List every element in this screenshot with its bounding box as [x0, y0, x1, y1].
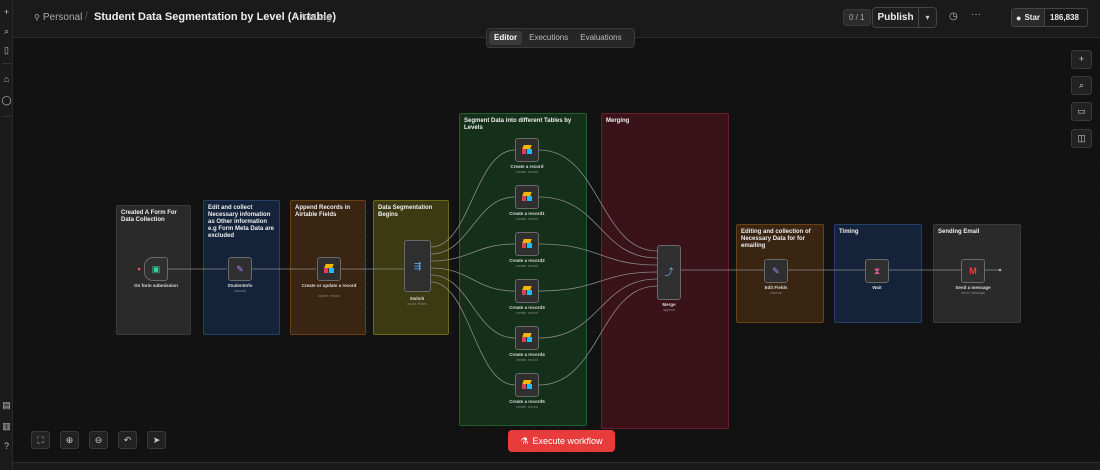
node-sublabel: create: record — [516, 264, 538, 268]
wire-switch-rec3 — [430, 267, 516, 292]
node-sublabel: manual — [234, 289, 246, 293]
node-edit-fields[interactable]: ✎ — [764, 259, 788, 283]
zoom-in-icon: ⊕ — [65, 435, 74, 445]
view-tabs: Editor Executions Evaluations — [486, 28, 635, 48]
node-label: Merge — [662, 302, 676, 307]
undo-button[interactable]: ↶ — [118, 431, 137, 449]
trigger-indicator — [137, 267, 141, 271]
node-create-record3[interactable] — [515, 279, 539, 303]
node-label: Create a record4 — [509, 352, 545, 357]
node-label: StudentInfo — [227, 283, 253, 288]
node-sublabel: send: message — [961, 291, 985, 295]
fit-view-icon: ⛶ — [37, 435, 44, 445]
node-sublabel: upsert: record — [318, 294, 340, 298]
node-label: Wait — [872, 285, 882, 290]
node-sublabel: append — [663, 308, 675, 312]
merge-icon: ⤴ — [664, 267, 674, 277]
node-sublabel: create: record — [516, 358, 538, 362]
node-create-record[interactable] — [515, 138, 539, 162]
plus-icon: + — [1078, 54, 1085, 64]
node-create-record2[interactable] — [515, 232, 539, 256]
pencil-square-icon: ✎ — [236, 263, 244, 274]
n8n-app: + ⌕ ▯ ⌂ ◯ ▤ ▥ ? ⚲ Personal / Student Dat… — [0, 0, 1100, 470]
node-label: Switch — [409, 296, 425, 301]
airtable-icon — [522, 380, 532, 390]
node-label: Create a record2 — [509, 258, 545, 263]
zoom-out-button[interactable]: ⊖ — [89, 431, 108, 449]
node-wait[interactable]: ⧗ — [865, 259, 889, 283]
bottom-bar — [13, 462, 1100, 470]
pencil-square-icon: ✎ — [772, 265, 780, 276]
node-form-trigger[interactable]: ▣ — [144, 257, 168, 281]
node-label: Create a record3 — [509, 305, 545, 310]
node-label: Create a record1 — [509, 211, 545, 216]
airtable-icon — [324, 264, 334, 274]
wire-switch-rec1 — [430, 196, 516, 255]
node-merge[interactable]: ⤴ — [657, 245, 681, 300]
airtable-icon — [522, 145, 532, 155]
note-icon: ▭ — [1077, 106, 1086, 116]
panel-icon: ◫ — [1077, 133, 1086, 143]
gmail-icon: M — [969, 265, 977, 276]
node-sublabel: mode: Rules — [407, 302, 427, 306]
zoom-out-icon: ⊖ — [94, 435, 103, 445]
node-switch[interactable]: ⇶ — [404, 240, 431, 292]
wire-rec5-merge — [538, 285, 658, 386]
tab-editor[interactable]: Editor — [489, 31, 523, 45]
tab-executions[interactable]: Executions — [524, 31, 573, 45]
node-create-record5[interactable] — [515, 373, 539, 397]
node-label: Edit Fields — [764, 285, 788, 290]
sticky-note-button[interactable]: ▭ — [1071, 102, 1092, 121]
node-create-record4[interactable] — [515, 326, 539, 350]
undo-icon: ↶ — [123, 435, 132, 445]
tidy-up-button[interactable]: ➤ — [147, 431, 166, 449]
node-label: Send a message — [955, 285, 991, 290]
node-sublabel: create: record — [516, 217, 538, 221]
node-create-record1[interactable] — [515, 185, 539, 209]
tab-evaluations[interactable]: Evaluations — [575, 31, 626, 45]
search-icon: ⌕ — [1078, 80, 1085, 90]
node-label: Create a record — [510, 164, 544, 169]
wire-rec1-merge — [538, 196, 658, 259]
node-sublabel: create: record — [516, 311, 538, 315]
node-label: Create a record5 — [509, 399, 545, 404]
search-nodes-button[interactable]: ⌕ — [1071, 76, 1092, 95]
node-label: Create or update a record — [301, 283, 357, 288]
node-send-message[interactable]: M — [961, 259, 985, 283]
node-label: On form submission — [134, 283, 178, 288]
node-sublabel: create: record — [516, 170, 538, 174]
node-sublabel: manual — [770, 291, 782, 295]
flask-icon: ⚗ — [520, 436, 529, 446]
output-handle[interactable] — [998, 268, 1002, 272]
airtable-icon — [522, 286, 532, 296]
airtable-icon — [522, 239, 532, 249]
clipboard-icon: ▣ — [151, 263, 161, 274]
node-sublabel: create: record — [516, 405, 538, 409]
airtable-icon — [522, 192, 532, 202]
execute-workflow-button[interactable]: ⚗ Execute workflow — [508, 430, 615, 452]
cursor-icon: ➤ — [152, 435, 161, 445]
zoom-in-button[interactable]: ⊕ — [60, 431, 79, 449]
zoom-to-fit-button[interactable]: ⛶ — [31, 431, 50, 449]
switch-icon: ⇶ — [413, 260, 422, 271]
panel-toggle-button[interactable]: ◫ — [1071, 129, 1092, 148]
node-create-or-update[interactable] — [317, 257, 341, 281]
add-node-button[interactable]: + — [1071, 50, 1092, 69]
hourglass-icon: ⧗ — [873, 265, 881, 276]
node-studentinfo[interactable]: ✎ — [228, 257, 252, 281]
airtable-icon — [522, 333, 532, 343]
